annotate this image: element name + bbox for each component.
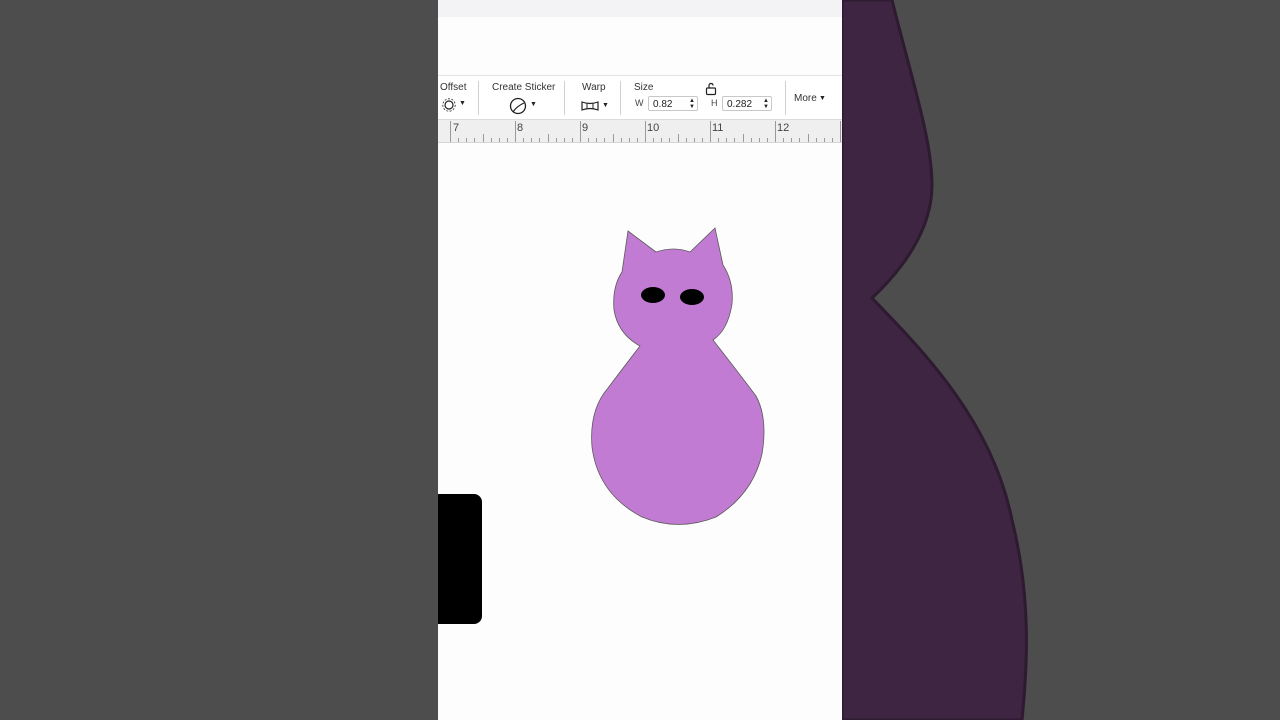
warp-tool[interactable]: Warp ▼ [574, 76, 614, 120]
edit-toolbar: Offset ▼ Create Sticker ▼ Warp ▼ Size W … [438, 75, 842, 120]
ruler-tick [807, 134, 809, 142]
top-status-bar [438, 0, 842, 17]
separator [478, 81, 479, 115]
ruler-tick [840, 121, 841, 142]
ruler-number: 10 [647, 122, 660, 134]
separator [785, 81, 786, 115]
ruler-tick [482, 134, 484, 142]
offset-icon [442, 98, 456, 112]
ruler-tick [742, 134, 744, 142]
app-screen: Offset ▼ Create Sticker ▼ Warp ▼ Size W … [438, 0, 842, 720]
offset-label: Offset [440, 82, 467, 93]
lock-open-icon[interactable] [704, 82, 718, 96]
ruler-tick [710, 121, 711, 142]
more-label: More [794, 93, 817, 104]
offset-caret-icon: ▼ [459, 100, 466, 107]
offset-tool[interactable]: Offset ▼ [438, 76, 476, 120]
sticker-icon [509, 97, 527, 115]
panel-handle[interactable] [438, 494, 482, 624]
ruler-tick [775, 121, 776, 142]
height-input[interactable]: 0.282 ▲ ▼ [722, 96, 772, 111]
horizontal-ruler: 7 8 9 10 11 12 [438, 119, 842, 143]
enlarged-cat-silhouette [842, 0, 1028, 720]
size-label: Size [634, 82, 654, 93]
ruler-number: 12 [777, 122, 790, 134]
ruler-number: 9 [582, 122, 589, 134]
more-caret-icon: ▼ [819, 95, 826, 102]
width-value: 0.82 [653, 99, 673, 110]
design-canvas[interactable] [438, 142, 842, 720]
ruler-number: 11 [712, 122, 724, 134]
left-eye[interactable] [641, 287, 665, 303]
create-sticker-tool[interactable]: Create Sticker ▼ [488, 76, 558, 120]
height-letter: H [711, 98, 718, 108]
ruler-number: 7 [453, 122, 460, 134]
left-background [0, 0, 438, 720]
sticker-caret-icon: ▼ [530, 101, 537, 108]
warp-label: Warp [582, 82, 606, 93]
width-spinner-icon[interactable]: ▲ ▼ [689, 98, 695, 110]
ruler-tick [580, 121, 581, 142]
create-sticker-label: Create Sticker [492, 82, 556, 93]
warp-caret-icon: ▼ [602, 102, 609, 109]
ruler-tick [547, 134, 549, 142]
more-button[interactable]: More ▼ [790, 76, 830, 120]
size-tool: Size W 0.82 ▲ ▼ H 0.282 ▲ ▼ [628, 76, 778, 120]
ruler-tick [612, 134, 614, 142]
separator [564, 81, 565, 115]
width-input[interactable]: 0.82 ▲ ▼ [648, 96, 698, 111]
height-spinner-icon[interactable]: ▲ ▼ [763, 98, 769, 110]
warp-icon [581, 101, 599, 111]
ruler-tick [450, 121, 451, 142]
ruler-tick [645, 121, 646, 142]
ruler-tick [515, 121, 516, 142]
right-eye[interactable] [680, 289, 704, 305]
width-letter: W [635, 98, 644, 108]
ruler-tick [677, 134, 679, 142]
cat-shape[interactable] [438, 142, 842, 720]
separator [620, 81, 621, 115]
ruler-number: 8 [517, 122, 524, 134]
height-value: 0.282 [727, 99, 753, 110]
right-background [842, 0, 1280, 720]
